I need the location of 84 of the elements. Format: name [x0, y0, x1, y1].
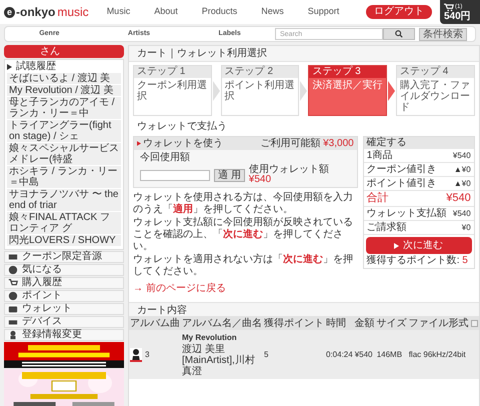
logo[interactable]: e -onkyo music: [4, 6, 89, 18]
instruction-text: ウォレットを適用されない方は「次に進む」を押してください。: [133, 254, 354, 278]
step-label: 購入完了・ファイルダウンロード: [399, 78, 472, 115]
summary-label: ポイント値引き: [366, 178, 437, 188]
history-item[interactable]: ホシキラ / ランカ・リー＝中島: [7, 166, 121, 188]
nav-link[interactable]: Music: [106, 5, 130, 19]
wallet-title: ウォレットを使う: [143, 138, 223, 148]
summary-label: クーポン値引き: [366, 164, 437, 174]
cart-total: 540円: [444, 12, 472, 22]
sidebar-menu-item[interactable]: ウォレット: [4, 303, 124, 315]
sidebar-menu-item[interactable]: デバイス: [4, 316, 124, 328]
section-title: ウォレットで支払う: [136, 120, 228, 134]
amount-label: 今回使用額: [140, 152, 191, 164]
next-button[interactable]: 次に進む: [366, 237, 472, 254]
instruction-text: ウォレット支払額に今回使用額が反映されていることを確認の上、「次に進む」を押してください。: [133, 217, 354, 253]
sidebar-menu-item[interactable]: 登録情報変更: [4, 329, 124, 341]
logout-button[interactable]: ログアウト: [366, 5, 432, 19]
summary-title: 確定する: [364, 137, 474, 149]
history-item[interactable]: 閃光LOVERS / SHOWY: [7, 235, 121, 246]
history-item[interactable]: 娘々FINAL ATTACK フロンティア グ: [7, 212, 121, 234]
step-label: ポイント利用選択: [224, 78, 296, 104]
menu-label: 登録情報変更: [22, 330, 82, 340]
sidebar-menu-item[interactable]: 気になる: [4, 264, 124, 276]
user-bar[interactable]: さん: [4, 45, 124, 58]
step-number: ステップ 2: [222, 66, 298, 78]
nav-link[interactable]: Products: [202, 5, 238, 19]
history-item[interactable]: サヨナラノツバサ 〜 the end of triar: [7, 189, 121, 211]
menu-label: デバイス: [22, 317, 62, 327]
menu-label: ウォレット: [22, 304, 72, 314]
history-item[interactable]: そばにいるよ / 渡辺 美: [7, 73, 121, 84]
nav-link[interactable]: About: [154, 5, 178, 19]
summary-label: 合計: [366, 193, 389, 204]
points-earned: 獲得するポイント数: 5: [366, 254, 469, 268]
history-title: 試聴履歴: [16, 60, 56, 73]
column-header: アルバム曲: [129, 317, 181, 330]
column-header: 獲得ポイント: [263, 317, 325, 330]
table-cell: 0:04:24: [325, 330, 354, 379]
track-number: 3: [145, 348, 150, 360]
track-artist: 渡辺 美里[MainArtist],川村真澄: [182, 344, 256, 377]
step-number: ステップ 3: [309, 66, 386, 78]
table-cell: 146MB: [376, 330, 408, 379]
sidebar-menu-item[interactable]: 購入履歴: [4, 277, 124, 289]
history-item[interactable]: 母と子ランカのアイモ / ランカ・リー＝中: [7, 97, 121, 119]
menu-label: ポイント: [22, 291, 62, 301]
table-cell: ¥540: [354, 330, 376, 379]
table-cell: flac 96kHz/24bit: [408, 330, 479, 379]
nav-link[interactable]: News: [261, 5, 284, 19]
page-title: カート｜ウォレット利用選択: [129, 46, 479, 62]
track-title: My Revolution: [182, 332, 238, 344]
sidebar-menu-item[interactable]: ポイント: [4, 290, 124, 302]
step-label: クーポン利用選択: [136, 78, 208, 104]
column-header: 金額: [354, 317, 376, 330]
summary-label: ご請求額: [366, 222, 407, 232]
step-label: 決済選択／実行: [311, 78, 384, 93]
summary-value: ▲¥0: [454, 180, 471, 188]
column-header: アルバム名／曲名: [181, 317, 263, 330]
available-amount: ご利用可能額 ¥3,000: [260, 138, 354, 148]
sidebar-menu-item[interactable]: クーポン限定音源: [4, 251, 124, 263]
column-header: サイズ: [376, 317, 408, 330]
menu-label: 気になる: [22, 265, 62, 275]
cart-title: カート内容: [129, 302, 479, 317]
history-item[interactable]: トライアングラー(fight on stage) / シェ: [7, 120, 121, 142]
menu-label: クーポン限定音源: [22, 252, 102, 262]
step-number: ステップ 4: [397, 66, 474, 78]
used-amount: 使用ウォレット額 ¥540: [248, 165, 330, 185]
summary-value: ▲¥0: [454, 166, 471, 174]
advanced-search-button[interactable]: 条件検索: [419, 28, 467, 40]
apply-button[interactable]: 適 用: [214, 168, 245, 182]
column-header: 時間: [325, 317, 354, 330]
history-item[interactable]: My Revolution / 渡辺 美: [7, 85, 121, 96]
menu-label: 購入履歴: [22, 278, 62, 288]
summary-label: ウォレット支払額: [366, 208, 447, 218]
summary-value: ¥540: [452, 210, 471, 218]
back-link[interactable]: → 前のページに戻る: [133, 281, 358, 296]
instruction-text: ウォレットを使用される方は、今回使用額を入力のうえ「適用」を押してください。: [133, 192, 354, 216]
nav-link[interactable]: Support: [308, 5, 340, 19]
step-number: ステップ 1: [134, 66, 211, 78]
history-item[interactable]: 娘々スペシャルサービスメドレー(特盛: [7, 143, 121, 165]
summary-value: ¥540: [452, 152, 471, 160]
summary-value: ¥0: [462, 224, 471, 232]
table-cell: 5: [263, 330, 325, 379]
summary-label: 1商品: [366, 150, 392, 160]
summary-value: ¥540: [446, 193, 471, 204]
column-header: ファイル形式: [408, 317, 479, 330]
